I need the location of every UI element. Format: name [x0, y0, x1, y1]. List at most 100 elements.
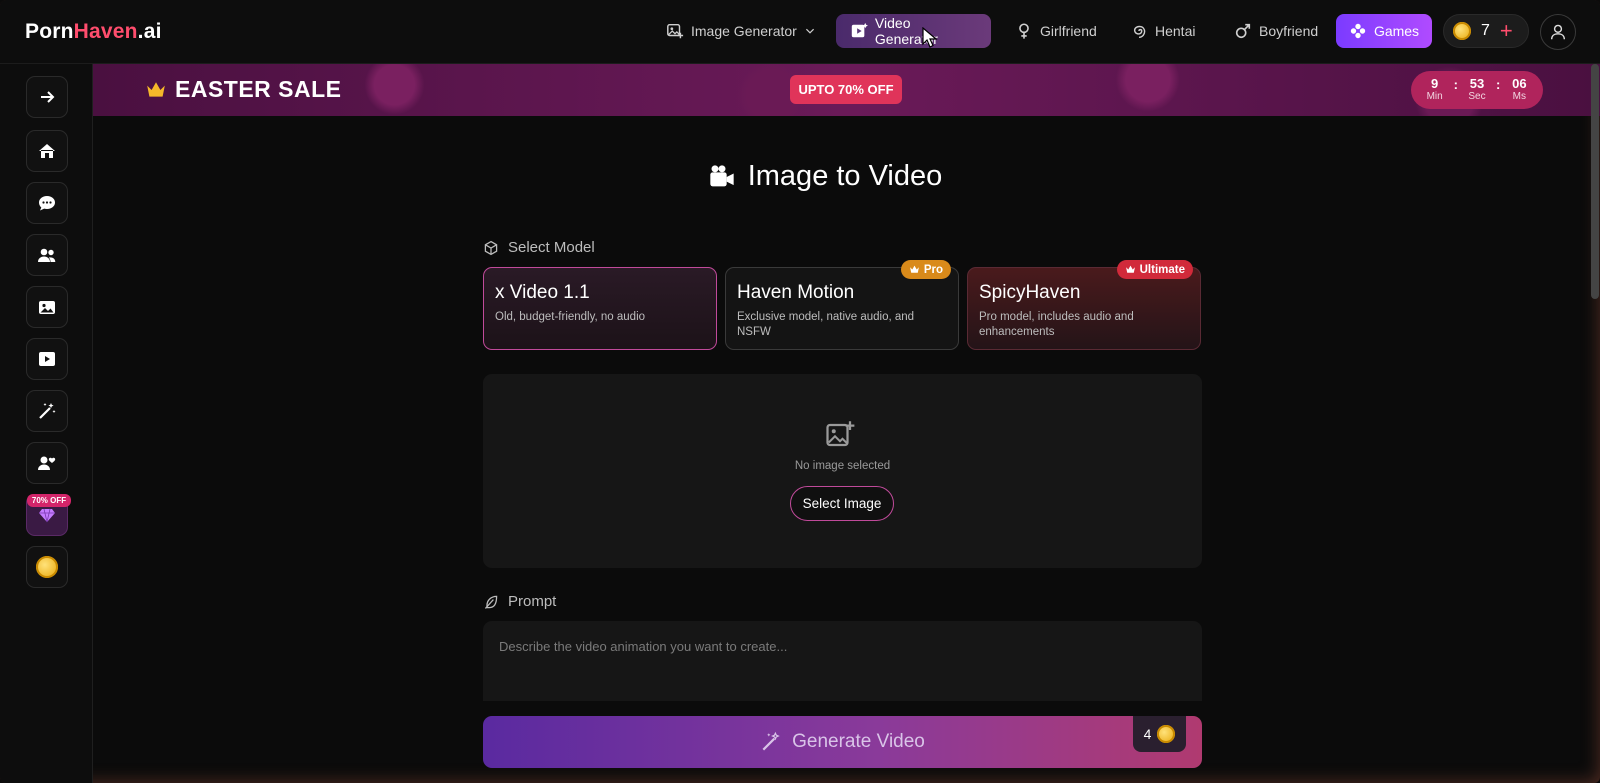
- games-label: Games: [1373, 23, 1420, 39]
- feather-icon: [484, 595, 498, 609]
- crown-icon: [147, 81, 165, 97]
- play-icon: [39, 352, 55, 366]
- timer-sec-value: 53: [1469, 76, 1485, 91]
- timer-sec-label: Sec: [1468, 91, 1486, 102]
- model-description: Exclusive model, native audio, and NSFW: [737, 311, 915, 338]
- generate-video-button[interactable]: Generate Video 4: [483, 716, 1202, 768]
- nav-hentai-label: Hentai: [1155, 23, 1196, 39]
- sale-discount-pill[interactable]: UPTO 70% OFF: [790, 75, 902, 104]
- coin-icon: [1453, 22, 1471, 40]
- user-heart-icon: [38, 456, 56, 470]
- generation-cost: 4: [1133, 716, 1186, 752]
- pro-badge: Pro: [900, 260, 951, 279]
- user-icon: [1550, 24, 1566, 40]
- credits-count: 7: [1481, 22, 1490, 39]
- timer-sec: 53 Sec: [1464, 77, 1490, 103]
- nav-image-generator[interactable]: Image Generator: [652, 14, 830, 48]
- image-plus-icon: [667, 23, 684, 39]
- sidebar-expand-button[interactable]: [26, 76, 68, 118]
- male-icon: [1235, 23, 1251, 39]
- nav-girlfriend-label: Girlfriend: [1040, 23, 1097, 39]
- timer-ms-label: Ms: [1512, 91, 1527, 102]
- nav-video-generator[interactable]: Video Generator: [836, 14, 991, 48]
- generate-video-label: Generate Video: [792, 731, 925, 752]
- model-card-haven-motion[interactable]: Pro Haven Motion Exclusive model, native…: [725, 260, 959, 350]
- sidebar-item-coins[interactable]: [26, 546, 68, 588]
- pro-badge-label: Pro: [923, 263, 943, 276]
- games-button[interactable]: Games: [1336, 14, 1432, 48]
- model-description: Old, budget-friendly, no audio: [495, 311, 646, 323]
- model-card-spicyhaven[interactable]: Ultimate SpicyHaven Pro model, includes …: [967, 260, 1201, 350]
- nav-hentai[interactable]: Hentai: [1116, 14, 1209, 48]
- sidebar-item-characters[interactable]: [26, 234, 68, 276]
- add-credits-icon[interactable]: +: [1500, 20, 1513, 42]
- home-icon: [39, 144, 55, 158]
- page-scrollbar[interactable]: [1591, 64, 1599, 299]
- cube-icon: [484, 240, 498, 255]
- page-title: Image to Video: [0, 160, 1600, 193]
- prompt-box: [483, 621, 1202, 701]
- nav-boyfriend[interactable]: Boyfriend: [1220, 14, 1332, 48]
- chat-icon: [39, 196, 55, 211]
- model-title: Haven Motion: [737, 282, 855, 303]
- crown-icon: [909, 265, 919, 273]
- select-model-label-text: Select Model: [508, 239, 595, 256]
- sidebar-item-companions[interactable]: [26, 442, 68, 484]
- ultimate-badge: Ultimate: [1116, 260, 1193, 279]
- nav-girlfriend[interactable]: Girlfriend: [1001, 14, 1111, 48]
- coin-icon: [36, 556, 58, 578]
- model-description: Pro model, includes audio and enhancemen…: [979, 311, 1134, 338]
- female-icon: [1019, 23, 1029, 39]
- logo-part-haven: Haven: [73, 20, 138, 43]
- chevron-down-icon: [805, 28, 814, 34]
- timer-min: 9 Min: [1422, 77, 1448, 103]
- mouse-cursor-icon: [922, 27, 938, 48]
- timer-min-value: 9: [1431, 76, 1439, 91]
- credits-balance[interactable]: 7 +: [1443, 14, 1529, 48]
- timer-separator: :: [1453, 76, 1458, 92]
- magic-wand-icon: [762, 731, 780, 751]
- generation-cost-value: 4: [1143, 726, 1152, 742]
- image-add-icon: [826, 421, 855, 447]
- timer-separator: :: [1496, 76, 1501, 92]
- nav-image-generator-label: Image Generator: [691, 23, 797, 39]
- timer-min-label: Min: [1426, 91, 1443, 102]
- image-icon: [39, 301, 55, 314]
- sale-title: EASTER SALE: [145, 76, 342, 103]
- app-window: PornHaven.ai Image Generator Video Gener…: [0, 0, 1600, 783]
- prompt-label: Prompt: [483, 593, 556, 610]
- ultimate-badge-label: Ultimate: [1139, 263, 1185, 276]
- logo-part-ai: .ai: [137, 20, 162, 43]
- sale-title-text: EASTER SALE: [175, 76, 342, 102]
- select-image-button[interactable]: Select Image: [790, 486, 894, 521]
- users-icon: [38, 248, 56, 262]
- logo-part-porn: Porn: [25, 20, 74, 43]
- nav-boyfriend-label: Boyfriend: [1259, 23, 1319, 39]
- top-navbar: PornHaven.ai Image Generator Video Gener…: [0, 0, 1600, 64]
- video-camera-icon: [710, 164, 734, 186]
- sale-banner: EASTER SALE UPTO 70% OFF 9 Min : 53 Sec : …: [93, 64, 1600, 116]
- model-card-x-video[interactable]: x Video 1.1 Old, budget-friendly, no aud…: [483, 267, 717, 350]
- magic-wand-icon: [39, 403, 56, 419]
- offer-badge: 70% OFF: [27, 494, 71, 507]
- user-profile-button[interactable]: [1540, 14, 1576, 50]
- video-sparkle-icon: [851, 22, 868, 38]
- sidebar-item-images[interactable]: [26, 286, 68, 328]
- prompt-input[interactable]: [499, 639, 1179, 654]
- model-title: x Video 1.1: [495, 282, 590, 303]
- sidebar-item-magic[interactable]: [26, 390, 68, 432]
- gamepad-icon: [1350, 23, 1366, 39]
- select-model-label: Select Model: [483, 239, 595, 256]
- no-image-text: No image selected: [794, 460, 891, 472]
- crown-icon: [1125, 265, 1135, 273]
- page-title-text: Image to Video: [747, 160, 943, 192]
- model-title: SpicyHaven: [979, 282, 1081, 303]
- image-dropzone[interactable]: No image selected Select Image: [483, 374, 1202, 568]
- arrow-right-icon: [41, 91, 55, 103]
- brand-logo[interactable]: PornHaven.ai: [25, 20, 162, 44]
- sale-countdown: 9 Min : 53 Sec : 06 Ms: [1411, 71, 1543, 109]
- gem-icon: [39, 508, 55, 523]
- sidebar-item-videos[interactable]: [26, 338, 68, 380]
- swirl-icon: [1133, 25, 1146, 39]
- prompt-label-text: Prompt: [508, 593, 557, 610]
